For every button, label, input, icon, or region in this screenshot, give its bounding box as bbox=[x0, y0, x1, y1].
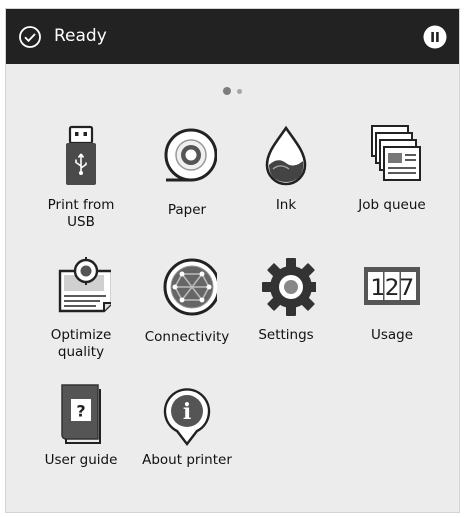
page-indicator[interactable] bbox=[6, 87, 459, 95]
pause-icon[interactable] bbox=[423, 25, 447, 49]
usb-drive-icon bbox=[66, 125, 96, 185]
question-mark: ? bbox=[76, 402, 85, 421]
gear-icon bbox=[262, 258, 316, 316]
page-dot-current[interactable] bbox=[223, 87, 231, 95]
tile-label: Settings bbox=[258, 327, 314, 343]
tile-label: Paper bbox=[167, 202, 207, 218]
tile-label: Job queue bbox=[358, 197, 426, 213]
connectivity-icon bbox=[163, 258, 217, 316]
status-text: Ready bbox=[54, 26, 107, 46]
tile-label: User guide bbox=[44, 452, 118, 468]
status-bar: Ready bbox=[6, 9, 459, 64]
printer-home-screen: Ready Print from USB Paper Ink Job queue… bbox=[5, 8, 460, 513]
job-queue-icon bbox=[371, 125, 421, 181]
info-letter: i bbox=[183, 399, 191, 425]
tile-label: About printer bbox=[142, 452, 232, 468]
tile-label: Connectivity bbox=[144, 329, 230, 345]
usage-counter-text: 127 bbox=[370, 276, 414, 301]
user-guide-icon: ? bbox=[61, 384, 101, 444]
page-dot[interactable] bbox=[237, 89, 242, 94]
check-circle-icon bbox=[19, 26, 41, 48]
optimize-quality-icon bbox=[58, 257, 111, 313]
counter-icon: 127 bbox=[364, 267, 420, 305]
tile-label: Print from USB bbox=[47, 197, 115, 230]
info-icon: i bbox=[163, 388, 211, 446]
tile-label: Optimize quality bbox=[50, 327, 112, 360]
tile-label: Usage bbox=[370, 327, 414, 343]
paper-roll-icon bbox=[164, 128, 217, 182]
tile-label: Ink bbox=[275, 197, 297, 213]
ink-drop-icon bbox=[265, 125, 307, 186]
